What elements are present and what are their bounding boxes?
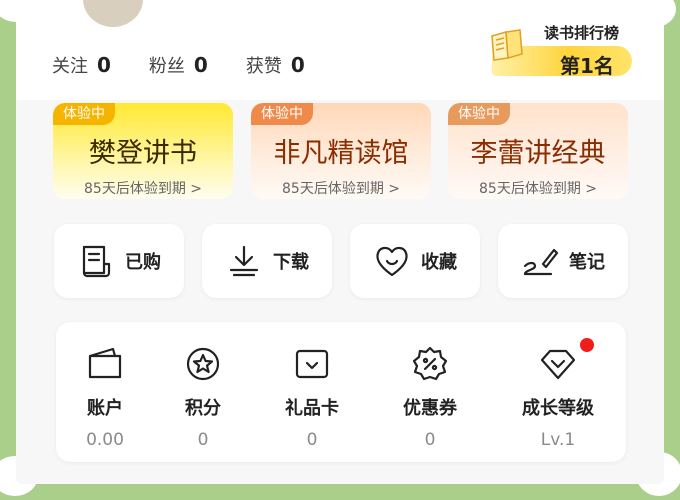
favorites-button[interactable]: 收藏 — [350, 224, 480, 298]
membership-name: 非凡精读馆 — [273, 138, 409, 169]
heart-icon — [376, 246, 408, 277]
reading-rank-badge[interactable]: 读书排行榜 第1名 — [486, 20, 646, 80]
trial-badge: 体验中 — [448, 103, 510, 125]
wallet-value: 0.00 — [86, 430, 124, 450]
wallet-label: 成长等级 — [522, 398, 594, 419]
wallet-panel: 账户 0.00 积分 0 礼品卡 0 优惠券 0 成长等级 Lv.1 — [56, 322, 626, 462]
membership-card-feifan[interactable]: 体验中 非凡精读馆 85天后体验到期 > — [251, 103, 431, 199]
stat-value: 0 — [193, 53, 208, 77]
stat-value: 0 — [97, 53, 111, 77]
rank-value: 第1名 — [560, 54, 614, 78]
level-icon — [540, 349, 576, 380]
stat-label: 粉丝 — [148, 56, 185, 77]
coupon-icon — [412, 346, 448, 381]
trial-expiry: 85天后体验到期 > — [282, 181, 400, 197]
download-button[interactable]: 下载 — [202, 224, 332, 298]
trial-expiry: 85天后体验到期 > — [84, 181, 202, 197]
stat-following[interactable]: 关注 0 — [52, 52, 111, 78]
trial-expiry: 85天后体验到期 > — [479, 181, 597, 197]
wallet-label: 账户 — [87, 398, 123, 419]
stat-label: 获赞 — [245, 56, 282, 77]
wallet-label: 积分 — [185, 398, 221, 419]
rank-title: 读书排行榜 — [544, 24, 620, 42]
stat-value: 0 — [290, 53, 305, 77]
membership-card-lilei[interactable]: 体验中 李蕾讲经典 85天后体验到期 > — [448, 103, 628, 199]
wallet-item-coupon[interactable]: 优惠券 0 — [375, 322, 485, 462]
stat-fans[interactable]: 粉丝 0 — [149, 52, 208, 78]
wallet-item-points[interactable]: 积分 0 — [148, 322, 258, 462]
notification-dot — [580, 338, 594, 352]
wallet-icon — [88, 347, 122, 379]
wallet-item-growth-level[interactable]: 成长等级 Lv.1 — [503, 322, 613, 462]
wallet-value: 0 — [197, 430, 209, 450]
purchased-button[interactable]: 已购 — [54, 224, 184, 298]
quick-label: 下载 — [273, 252, 309, 273]
notes-button[interactable]: 笔记 — [498, 224, 628, 298]
trial-badge: 体验中 — [251, 103, 313, 125]
wallet-label: 优惠券 — [403, 398, 457, 419]
membership-name: 樊登讲书 — [89, 138, 197, 169]
gift-card-icon — [295, 349, 329, 379]
points-star-icon — [186, 347, 220, 381]
quick-label: 笔记 — [569, 252, 605, 273]
wallet-value: Lv.1 — [540, 430, 576, 450]
download-icon — [229, 245, 259, 277]
wallet-label: 礼品卡 — [285, 398, 339, 419]
wallet-value: 0 — [306, 430, 318, 450]
quick-label: 收藏 — [421, 252, 457, 273]
receipt-icon — [82, 245, 111, 278]
membership-card-fandeng[interactable]: 体验中 樊登讲书 85天后体验到期 > — [53, 103, 233, 199]
stat-label: 关注 — [52, 56, 88, 77]
open-book-icon — [491, 29, 523, 61]
pen-note-icon — [523, 248, 559, 276]
wallet-value: 0 — [424, 430, 436, 450]
membership-name: 李蕾讲经典 — [470, 138, 606, 169]
social-stats: 关注 0 粉丝 0 获赞 0 — [52, 52, 343, 78]
quick-label: 已购 — [125, 252, 161, 273]
wallet-item-account[interactable]: 账户 0.00 — [50, 322, 160, 462]
stat-likes[interactable]: 获赞 0 — [246, 52, 305, 78]
trial-badge: 体验中 — [53, 103, 115, 125]
wallet-item-gift-card[interactable]: 礼品卡 0 — [257, 322, 367, 462]
